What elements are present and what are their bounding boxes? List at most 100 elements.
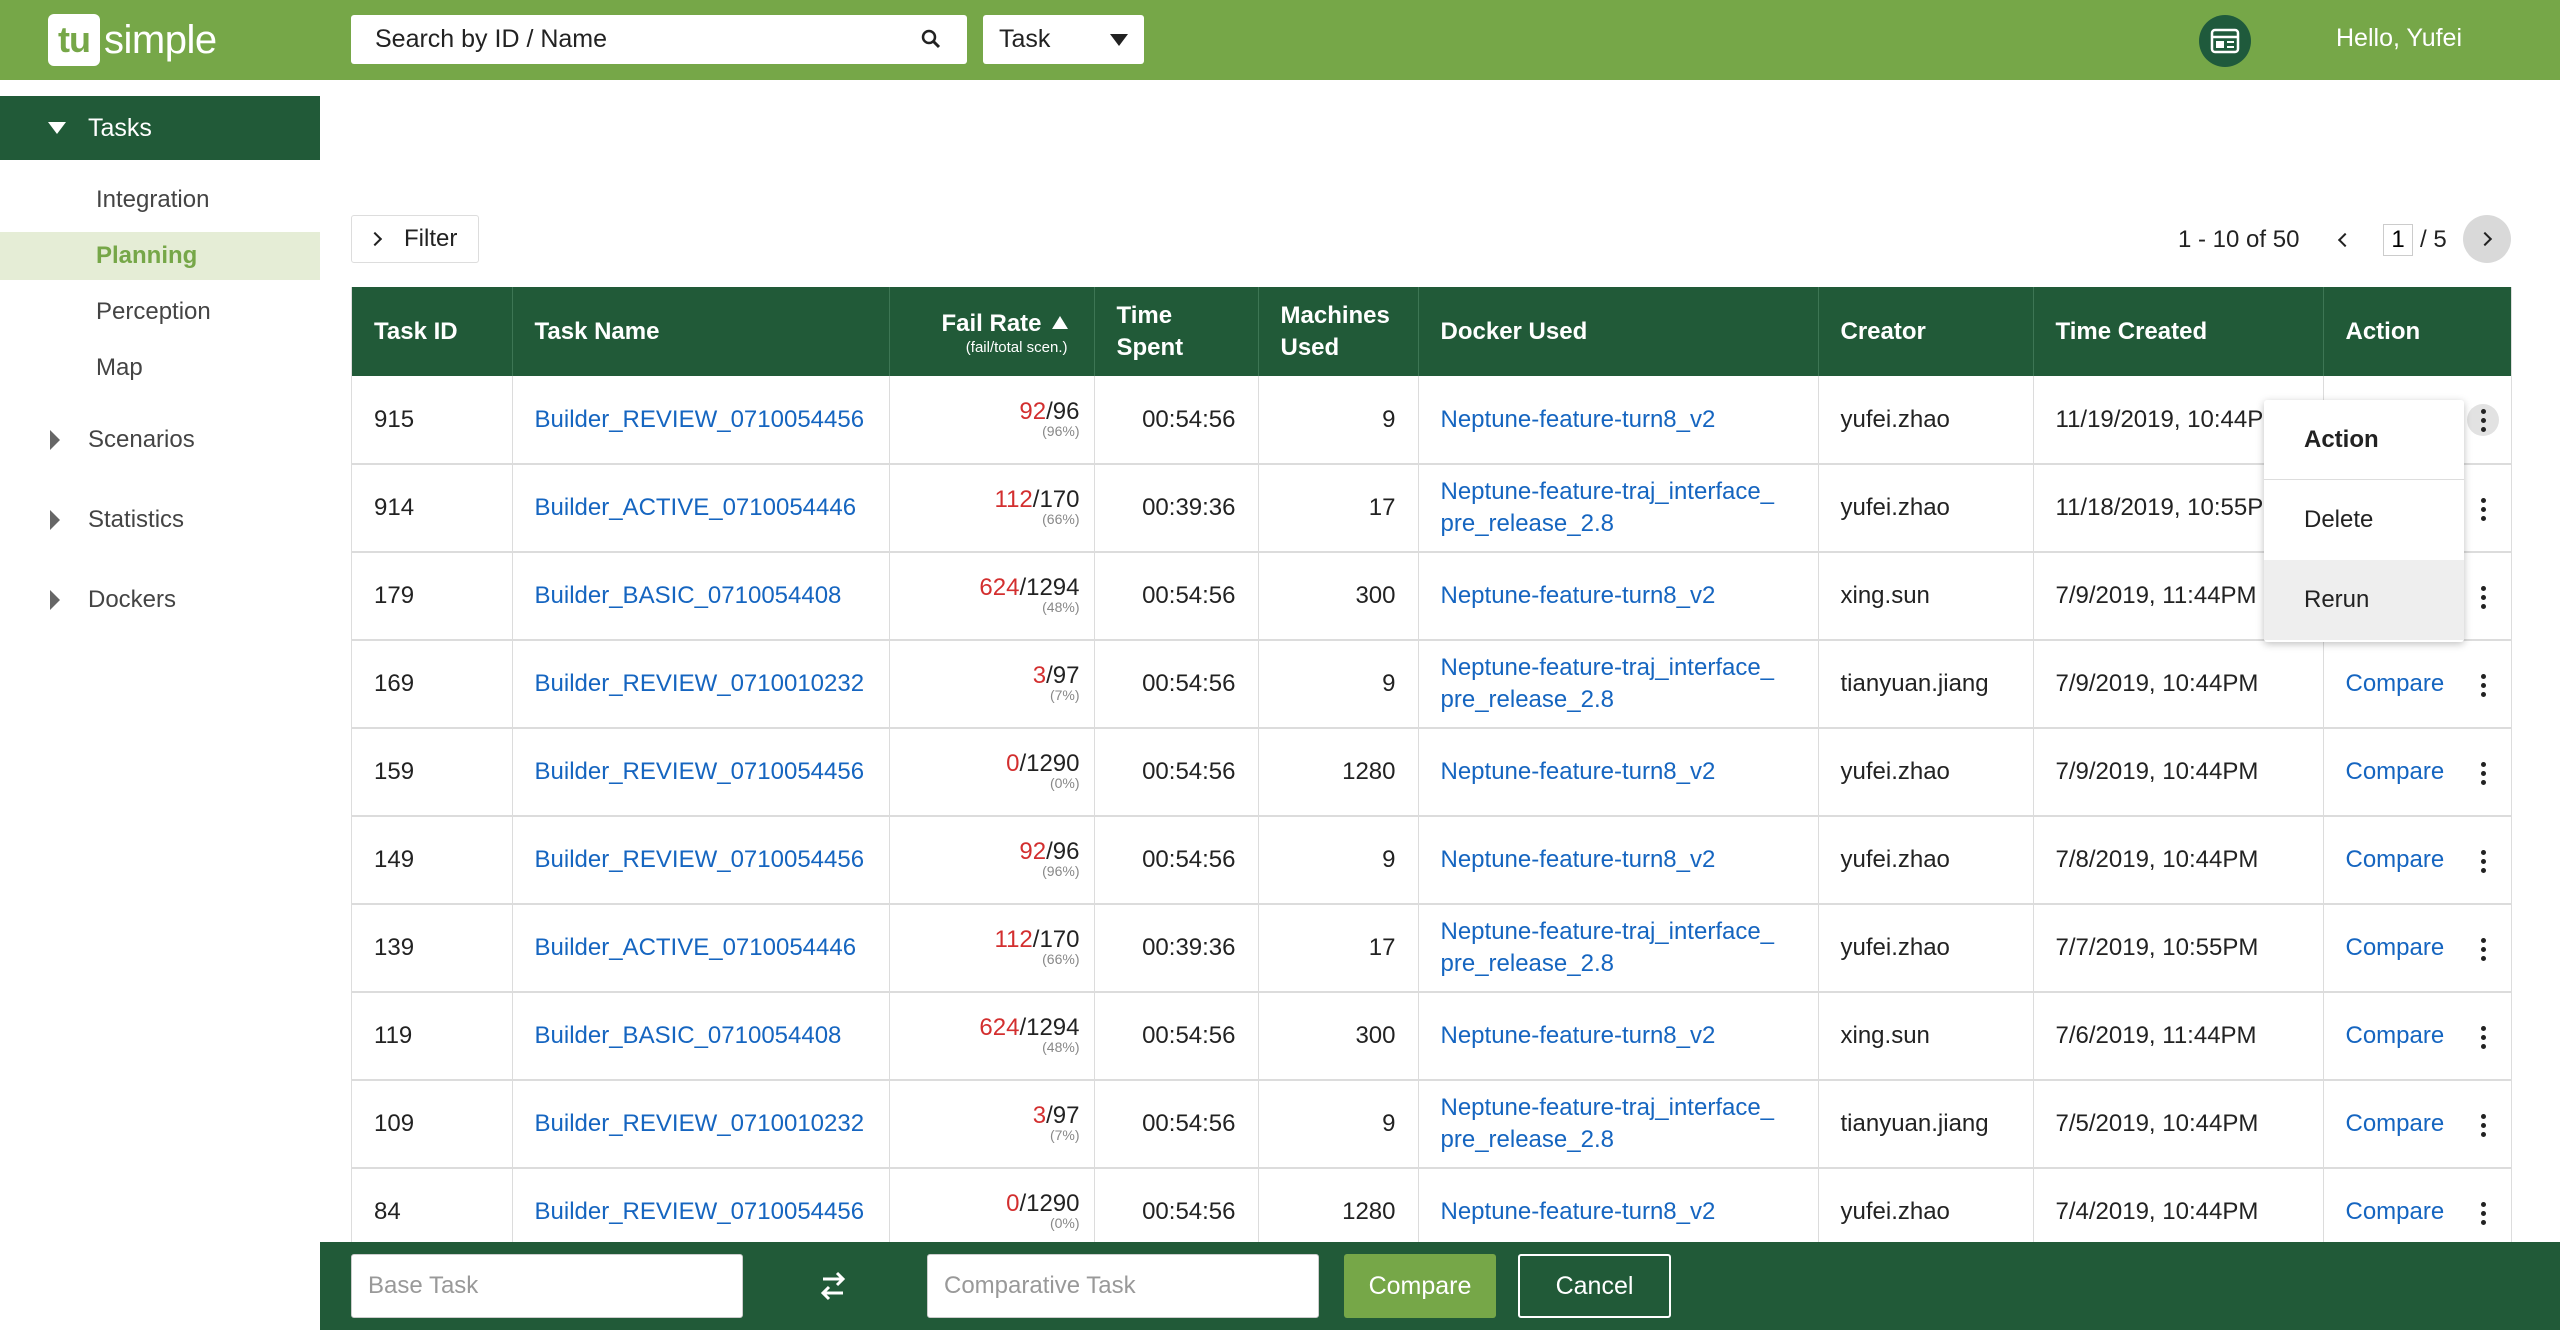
time-spent-cell: 00:54:56 (1094, 992, 1259, 1081)
time-spent-cell: 00:54:56 (1094, 1168, 1259, 1242)
docker-link[interactable]: Neptune-feature-traj_interface_ pre_rele… (1441, 654, 1775, 713)
column-header-time-created[interactable]: Time Created (2033, 287, 2324, 376)
menu-item-rerun[interactable]: Rerun (2264, 560, 2464, 640)
sidebar-item-perception[interactable]: Perception (0, 288, 320, 336)
task-name-link[interactable]: Builder_REVIEW_0710054456 (535, 758, 865, 785)
search-type-select[interactable]: Task (983, 15, 1144, 64)
sidebar-item-planning[interactable]: Planning (0, 232, 320, 280)
fail-count: 624 (979, 574, 1020, 601)
pagination-total: / 5 (2420, 226, 2447, 253)
more-vert-icon[interactable] (2467, 1197, 2499, 1229)
table-row: 915 Builder_REVIEW_0710054456 92/96 (96%) 00… (352, 376, 2511, 465)
table-row: 169 Builder_REVIEW_0710010232 3/97 (7%) 00:5… (352, 640, 2511, 729)
compare-link[interactable]: Compare (2346, 846, 2445, 873)
compare-link[interactable]: Compare (2346, 670, 2445, 697)
docker-link[interactable]: Neptune-feature-turn8_v2 (1441, 1022, 1716, 1049)
cancel-button[interactable]: Cancel (1518, 1254, 1671, 1318)
menu-item-delete[interactable]: Delete (2264, 480, 2464, 560)
machines-used-cell: 9 (1258, 816, 1419, 905)
compare-link[interactable]: Compare (2346, 758, 2445, 785)
more-vert-icon[interactable] (2467, 757, 2499, 789)
more-vert-icon[interactable] (2467, 493, 2499, 525)
tusimple-logo[interactable]: tu simple (48, 14, 217, 66)
search-icon[interactable] (919, 27, 943, 51)
total-count: /170 (1032, 926, 1080, 953)
docker-link[interactable]: Neptune-feature-turn8_v2 (1441, 846, 1716, 873)
total-count: /96 (1046, 838, 1080, 865)
fail-percent: (7%) (1049, 687, 1080, 703)
sort-ascending-icon[interactable] (1051, 315, 1068, 329)
task-name-link[interactable]: Builder_REVIEW_0710054456 (535, 406, 865, 433)
more-vert-icon[interactable] (2467, 669, 2499, 701)
task-name-link[interactable]: Builder_REVIEW_0710054456 (535, 1198, 865, 1225)
total-count: /170 (1032, 486, 1080, 513)
compare-link[interactable]: Compare (2346, 1110, 2445, 1137)
docker-used-cell: Neptune-feature-traj_interface_ pre_rele… (1418, 464, 1819, 553)
filter-button[interactable]: Filter (351, 215, 479, 263)
more-vert-icon[interactable] (2467, 581, 2499, 613)
compare-link[interactable]: Compare (2346, 934, 2445, 961)
docker-link[interactable]: Neptune-feature-turn8_v2 (1441, 406, 1716, 433)
creator-cell: yufei.zhao (1818, 728, 2034, 817)
column-header-task-id[interactable]: Task ID (352, 287, 513, 376)
task-id-cell: 914 (352, 464, 513, 553)
task-id-cell: 915 (352, 376, 513, 465)
column-header-machines-used[interactable]: Machines Used (1258, 287, 1419, 376)
sidebar-group-statistics[interactable]: Statistics (0, 496, 320, 544)
task-name-link[interactable]: Builder_REVIEW_0710010232 (535, 670, 865, 697)
docker-link[interactable]: Neptune-feature-traj_interface_ pre_rele… (1441, 918, 1775, 977)
task-name-link[interactable]: Builder_ACTIVE_0710054446 (535, 934, 857, 961)
more-vert-icon[interactable] (2467, 845, 2499, 877)
task-name-link[interactable]: Builder_BASIC_0710054408 (535, 582, 842, 609)
compare-link[interactable]: Compare (2346, 1198, 2445, 1225)
next-page-button[interactable] (2463, 215, 2511, 263)
sidebar-item-map[interactable]: Map (0, 344, 320, 392)
column-header-fail-rate[interactable]: Fail Rate (fail/total scen.) (889, 287, 1095, 376)
pagination-range: 1 - 10 of 50 (2178, 226, 2300, 253)
docker-link[interactable]: Neptune-feature-traj_interface_ pre_rele… (1441, 478, 1775, 537)
fail-percent: (0%) (1049, 1215, 1080, 1231)
column-header-creator[interactable]: Creator (1818, 287, 2034, 376)
search-input[interactable] (375, 25, 895, 54)
docker-link[interactable]: Neptune-feature-traj_interface_ pre_rele… (1441, 1094, 1775, 1153)
user-greeting[interactable]: Hello, Yufei (2336, 24, 2462, 53)
table-row: 119 Builder_BASIC_0710054408 624/1294 (48%)… (352, 992, 2511, 1081)
task-name-link[interactable]: Builder_ACTIVE_0710054446 (535, 494, 857, 521)
docker-link[interactable]: Neptune-feature-turn8_v2 (1441, 1198, 1716, 1225)
task-name-link[interactable]: Builder_BASIC_0710054408 (535, 1022, 842, 1049)
task-name-link[interactable]: Builder_REVIEW_0710010232 (535, 1110, 865, 1137)
docker-used-cell: Neptune-feature-turn8_v2 (1418, 552, 1819, 641)
window-icon[interactable] (2199, 15, 2251, 67)
column-header-task-name[interactable]: Task Name (512, 287, 890, 376)
column-header-docker-used[interactable]: Docker Used (1418, 287, 1819, 376)
fail-percent: (66%) (1042, 511, 1080, 527)
task-id-cell: 139 (352, 904, 513, 993)
docker-link[interactable]: Neptune-feature-turn8_v2 (1441, 758, 1716, 785)
more-vert-icon[interactable] (2467, 404, 2499, 436)
column-header-time-spent[interactable]: Time Spent (1094, 287, 1259, 376)
swap-icon[interactable] (815, 1268, 851, 1304)
comparative-task-input[interactable] (927, 1254, 1319, 1318)
base-task-input[interactable] (351, 1254, 743, 1318)
compare-link[interactable]: Compare (2346, 1022, 2445, 1049)
more-vert-icon[interactable] (2467, 933, 2499, 965)
sidebar-group-label: Statistics (88, 506, 185, 533)
more-vert-icon[interactable] (2467, 1109, 2499, 1141)
search-type-value: Task (999, 25, 1051, 53)
compare-button[interactable]: Compare (1344, 1254, 1496, 1318)
page-number-input[interactable] (2383, 224, 2413, 256)
task-name-link[interactable]: Builder_REVIEW_0710054456 (535, 846, 865, 873)
sidebar-group-scenarios[interactable]: Scenarios (0, 416, 320, 464)
sidebar-section-tasks[interactable]: Tasks (0, 96, 320, 160)
fail-rate-cell: 112/170 (66%) (889, 464, 1095, 553)
task-id-cell: 159 (352, 728, 513, 817)
docker-link[interactable]: Neptune-feature-turn8_v2 (1441, 582, 1716, 609)
total-count: /1294 (1019, 1014, 1080, 1041)
fail-rate-cell: 624/1294 (48%) (889, 552, 1095, 641)
sidebar-group-dockers[interactable]: Dockers (0, 576, 320, 624)
task-id-cell: 179 (352, 552, 513, 641)
sidebar-item-integration[interactable]: Integration (0, 176, 320, 224)
prev-page-button[interactable] (2330, 222, 2360, 258)
fail-percent: (96%) (1042, 422, 1080, 439)
more-vert-icon[interactable] (2467, 1021, 2499, 1053)
